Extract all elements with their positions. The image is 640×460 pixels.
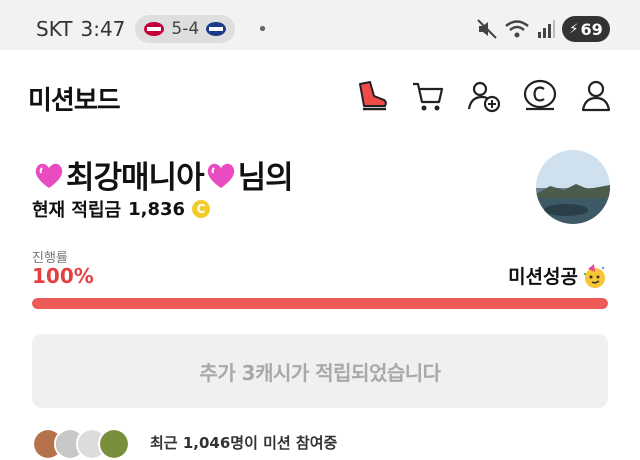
reward-status-button[interactable]: 추가 3캐시가 적립되었습니다 <box>32 334 608 408</box>
mute-icon <box>477 19 497 39</box>
notification-dot-icon: • <box>257 18 268 40</box>
twins-logo-icon <box>144 22 165 36</box>
sparkling-heart-icon <box>35 163 63 188</box>
battery-indicator: ⚡ 69 <box>562 16 610 42</box>
profile-icon[interactable] <box>578 78 614 114</box>
header-actions <box>354 78 614 114</box>
score-text: 5-4 <box>171 19 200 39</box>
user-greeting: 최강매니아 님의 <box>32 152 294 197</box>
charging-icon: ⚡ <box>569 21 579 37</box>
signal-icon <box>538 20 555 38</box>
points-value: 1,836 <box>128 198 186 220</box>
mission-status: 미션성공 <box>508 262 608 289</box>
status-bar: SKT 3:47 5-4 • ⚡ 69 <box>0 0 640 50</box>
shopping-cart-icon[interactable] <box>410 78 446 114</box>
points-label: 현재 적립금 <box>32 200 122 221</box>
app-header: 미션보드 <box>0 50 640 145</box>
participant-avatar <box>98 428 130 460</box>
nickname-suffix: 님의 <box>237 160 294 196</box>
opponent-logo-icon <box>206 22 227 36</box>
carrier-label: SKT <box>36 17 73 41</box>
cash-coin-icon[interactable] <box>522 78 558 114</box>
status-bar-left: SKT 3:47 5-4 • <box>36 15 268 43</box>
mission-status-text: 미션성공 <box>508 266 578 288</box>
party-face-icon <box>583 263 605 288</box>
live-score-pill[interactable]: 5-4 <box>135 15 236 43</box>
walking-shoe-icon[interactable] <box>354 78 390 114</box>
battery-level: 69 <box>580 19 603 39</box>
participants-row: 최근 1,046명이 미션 참여중 <box>32 428 608 460</box>
progress-value: 100% <box>32 264 94 288</box>
participants-text: 최근 1,046명이 미션 참여중 <box>150 434 338 452</box>
progress-bar <box>32 298 608 309</box>
clock: 3:47 <box>80 17 126 41</box>
user-nickname: 최강매니아 <box>66 160 205 196</box>
current-points: 현재 적립금 1,836 C <box>32 196 211 222</box>
wifi-icon <box>505 20 529 38</box>
status-bar-right: ⚡ 69 <box>476 15 610 43</box>
avatar[interactable] <box>536 150 610 224</box>
coin-icon: C <box>192 200 211 218</box>
add-friend-icon[interactable] <box>466 78 502 114</box>
sparkling-heart-icon <box>207 163 234 188</box>
page-title: 미션보드 <box>28 86 121 116</box>
progress-bar-fill <box>32 298 608 309</box>
